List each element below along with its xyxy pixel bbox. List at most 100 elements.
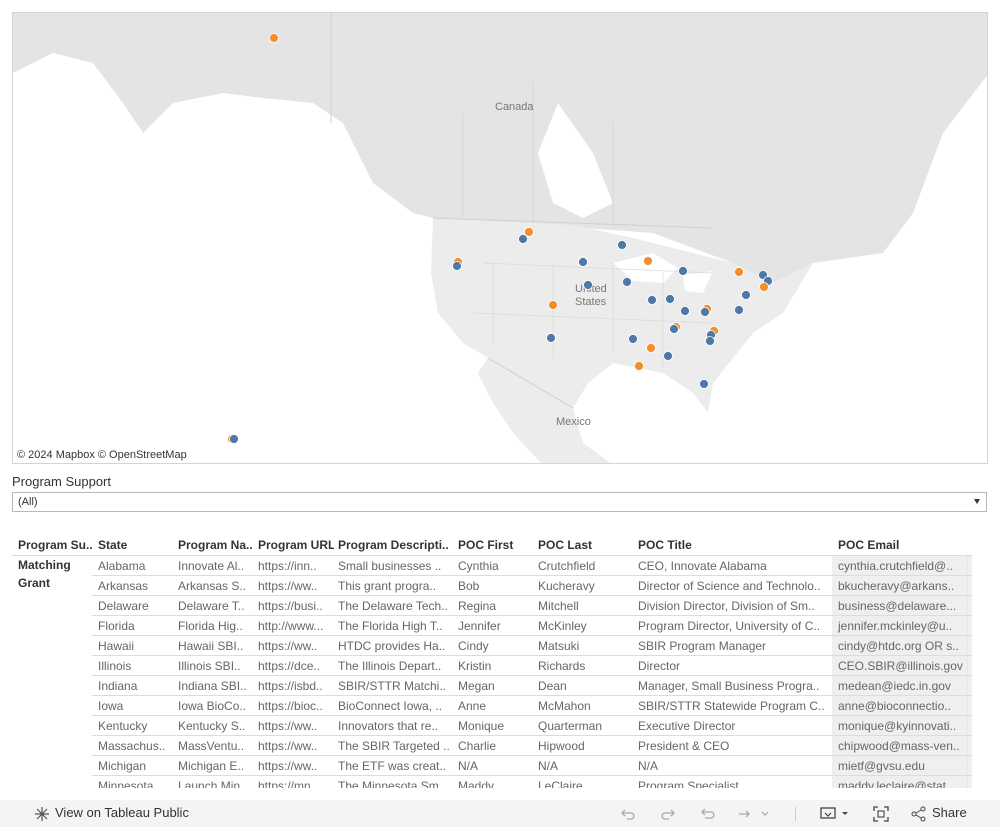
map-marker[interactable] [229,434,239,444]
table-cell[interactable]: Innovate Al.. [178,556,254,576]
table-cell[interactable]: Hawaii SBI.. [178,636,254,656]
table-cell[interactable]: Matsuki [538,636,634,656]
table-cell[interactable]: SBIR/STTR Statewide Program C.. [638,696,834,716]
table-cell[interactable]: cindy@htdc.org OR s.. [832,636,972,656]
table-cell[interactable]: Kentucky [98,716,174,736]
table-cell[interactable]: Indiana SBI.. [178,676,254,696]
table-cell[interactable]: Illinois [98,656,174,676]
table-cell[interactable]: https://inn.. [258,556,334,576]
table-cell[interactable]: Iowa BioCo.. [178,696,254,716]
table-cell[interactable]: N/A [538,756,634,776]
table-cell[interactable]: BioConnect Iowa, .. [338,696,454,716]
map-marker[interactable] [643,256,653,266]
map-marker[interactable] [269,33,279,43]
table-cell[interactable]: Michigan E.. [178,756,254,776]
table-cell[interactable]: Florida [98,616,174,636]
table-cell[interactable]: Arkansas [98,576,174,596]
table-cell[interactable]: SBIR Program Manager [638,636,834,656]
download-icon[interactable] [819,805,851,823]
table-cell[interactable]: N/A [638,756,834,776]
table-cell[interactable]: President & CEO [638,736,834,756]
map-marker[interactable] [578,257,588,267]
column-header[interactable]: State [98,538,174,556]
table-cell[interactable]: Quarterman [538,716,634,736]
table-cell[interactable]: Bob [458,576,534,596]
table-cell[interactable]: https://ww.. [258,716,334,736]
table-cell[interactable]: The ETF was creat.. [338,756,454,776]
map-marker[interactable] [678,266,688,276]
table-cell[interactable]: https://ww.. [258,756,334,776]
view-on-tableau-public-link[interactable]: View on Tableau Public [55,805,189,820]
table-cell[interactable]: business@delaware... [832,596,972,616]
column-header[interactable]: Program URL [258,538,334,556]
table-cell[interactable]: Anne [458,696,534,716]
table-cell[interactable]: Dean [538,676,634,696]
table-cell[interactable]: Iowa [98,696,174,716]
table-cell[interactable]: mietf@gvsu.edu [832,756,972,776]
table-cell[interactable]: Jennifer [458,616,534,636]
column-header[interactable]: POC Title [638,538,834,556]
table-cell[interactable]: Michigan [98,756,174,776]
map-marker[interactable] [700,307,710,317]
table-cell[interactable]: N/A [458,756,534,776]
table-cell[interactable]: Kristin [458,656,534,676]
table-cell[interactable]: https://ww.. [258,576,334,596]
table-cell[interactable]: Megan [458,676,534,696]
table-cell[interactable]: Innovators that re.. [338,716,454,736]
table-cell[interactable]: CEO, Innovate Alabama [638,556,834,576]
map-marker[interactable] [680,306,690,316]
table-cell[interactable]: Massachus.. [98,736,174,756]
table-cell[interactable]: Launch Min.. [178,776,254,788]
table-cell[interactable]: Alabama [98,556,174,576]
table-cell[interactable]: Monique [458,716,534,736]
table-cell[interactable]: This grant progra.. [338,576,454,596]
map-marker[interactable] [546,333,556,343]
table-cell[interactable]: https://dce.. [258,656,334,676]
table-cell[interactable]: https://busi.. [258,596,334,616]
table-cell[interactable]: The Delaware Tech.. [338,596,454,616]
table-cell[interactable]: Minnesota [98,776,174,788]
revert-icon[interactable] [699,805,717,823]
table-cell[interactable]: cynthia.crutchfield@.. [832,556,972,576]
redo-icon[interactable] [659,805,677,823]
map-marker[interactable] [518,234,528,244]
column-header[interactable]: POC Email [838,538,972,556]
table-cell[interactable]: SBIR/STTR Matchi.. [338,676,454,696]
map-marker[interactable] [646,343,656,353]
table-cell[interactable]: medean@iedc.in.gov [832,676,972,696]
column-header[interactable]: Program Na.. [178,538,254,556]
map-marker[interactable] [634,361,644,371]
table-cell[interactable]: http://www... [258,616,334,636]
table-cell[interactable]: Richards [538,656,634,676]
table-cell[interactable]: Charlie [458,736,534,756]
table-cell[interactable]: Indiana [98,676,174,696]
table-cell[interactable]: Program Specialist [638,776,834,788]
table-cell[interactable]: Kucheravy [538,576,634,596]
table-cell[interactable]: Arkansas S.. [178,576,254,596]
program-table[interactable]: Program Su.. State Program Na.. Program URL… [12,538,972,788]
table-cell[interactable]: Delaware T.. [178,596,254,616]
table-cell[interactable]: https://ww.. [258,636,334,656]
column-header[interactable]: POC First [458,538,534,556]
table-cell[interactable]: Executive Director [638,716,834,736]
table-cell[interactable]: maddy.leclaire@stat.. [832,776,972,788]
table-cell[interactable]: anne@bioconnectio.. [832,696,972,716]
table-cell[interactable]: https://ww.. [258,736,334,756]
table-cell[interactable]: CEO.SBIR@illinois.gov [832,656,972,676]
table-cell[interactable]: LeClaire [538,776,634,788]
table-cell[interactable]: jennifer.mckinley@u.. [832,616,972,636]
map-marker[interactable] [628,334,638,344]
column-header[interactable]: Program Su.. [18,538,94,556]
map-marker[interactable] [759,282,769,292]
table-cell[interactable]: Florida Hig.. [178,616,254,636]
table-cell[interactable]: chipwood@mass-ven.. [832,736,972,756]
table-cell[interactable]: https://bioc.. [258,696,334,716]
map-marker[interactable] [734,267,744,277]
map-marker[interactable] [647,295,657,305]
table-cell[interactable]: Maddy [458,776,534,788]
map-marker[interactable] [452,261,462,271]
map-marker[interactable] [734,305,744,315]
table-cell[interactable]: Director of Science and Technolo.. [638,576,834,596]
share-icon[interactable] [910,805,928,823]
share-button[interactable]: Share [932,805,967,820]
